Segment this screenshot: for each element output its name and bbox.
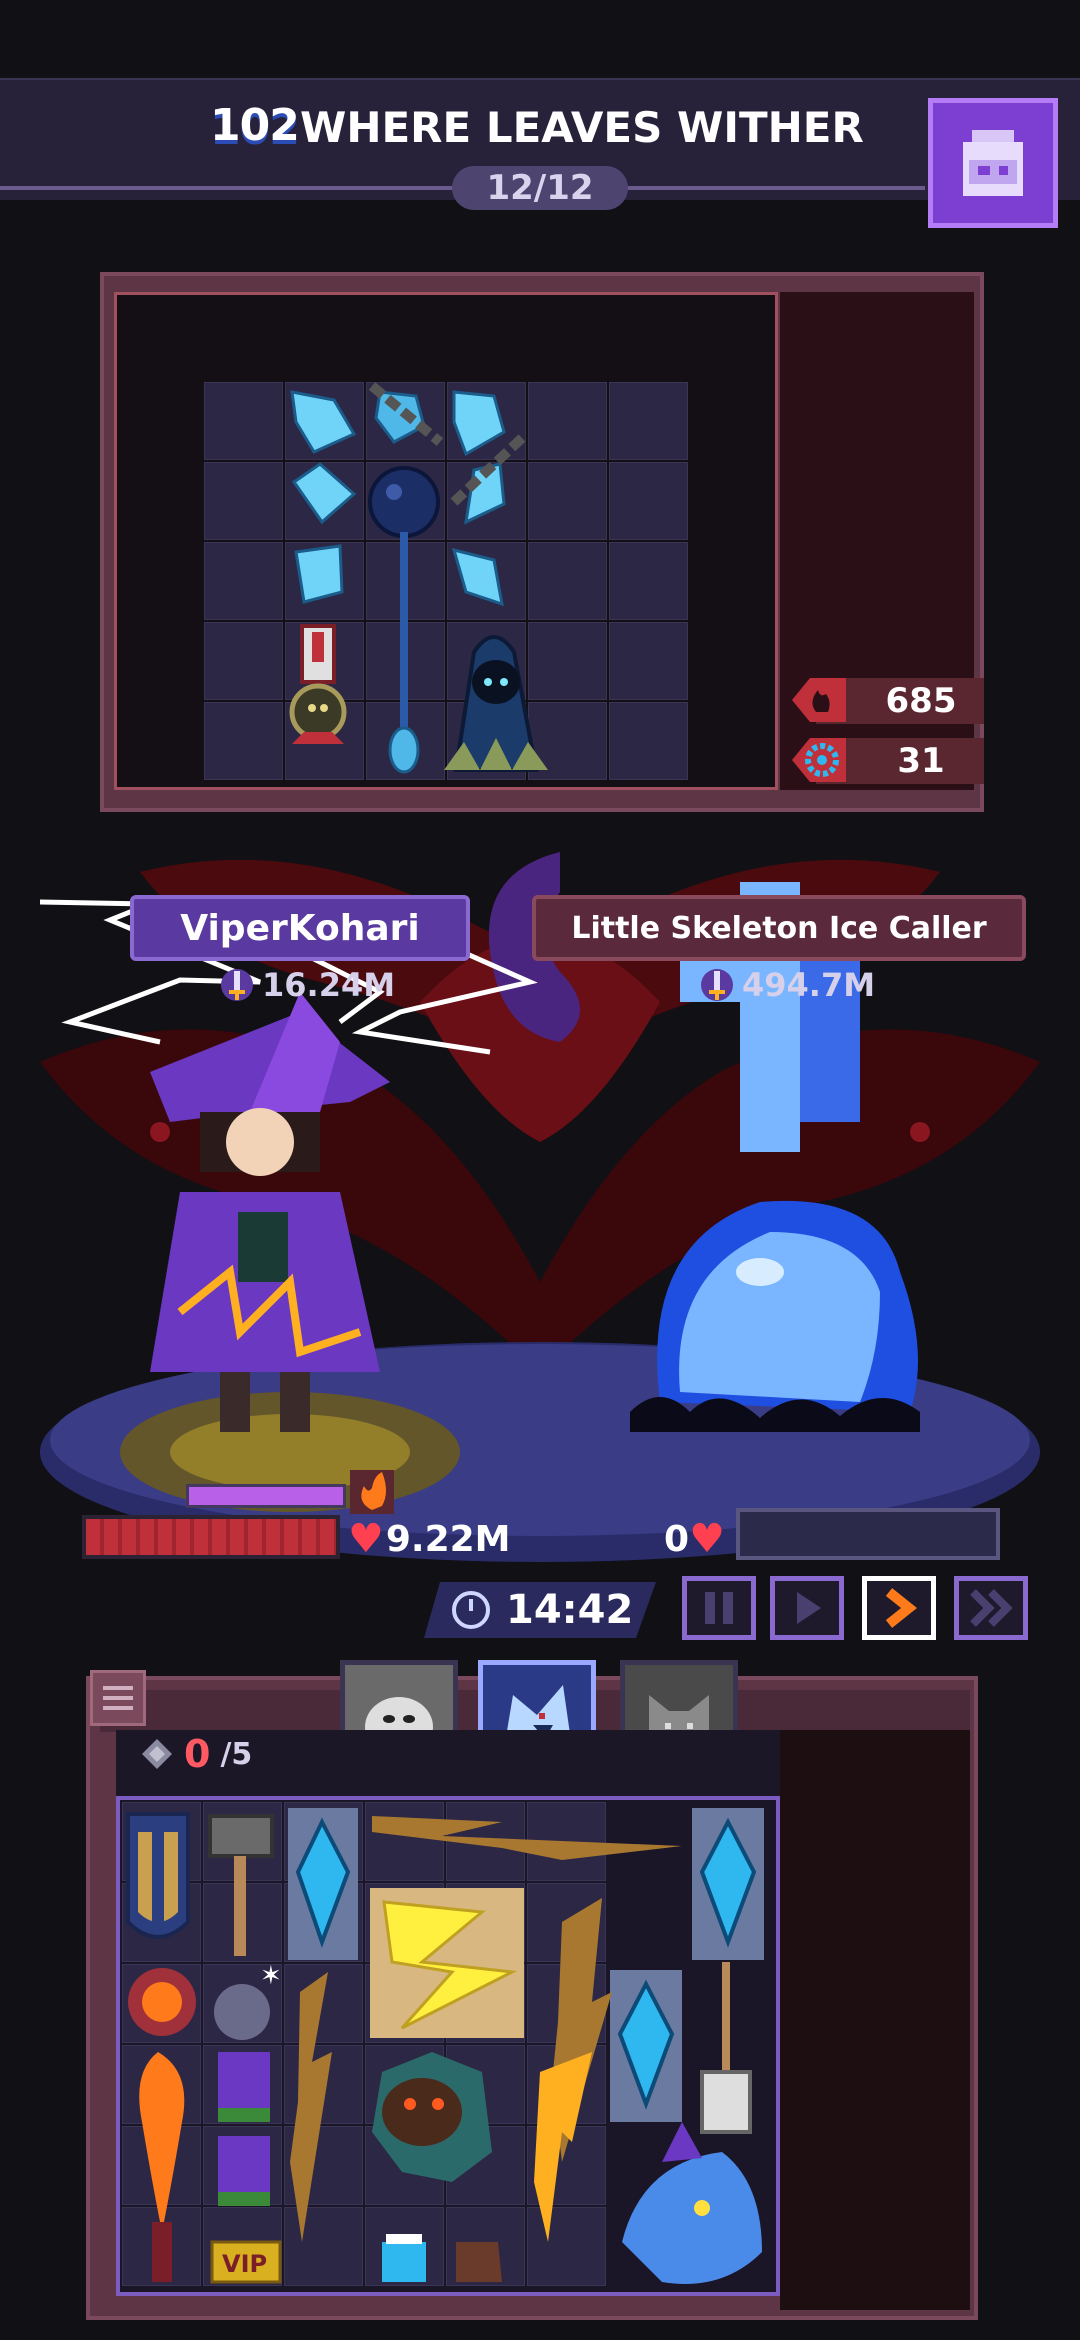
player-energy-bar [186, 1484, 346, 1508]
player-hp-bar [82, 1515, 340, 1559]
heart-icon: ♥ [348, 1516, 384, 1562]
enemy-power-value: 494.7M [742, 966, 876, 1004]
skull-medal-icon[interactable] [289, 624, 347, 744]
ice-crystal-icon[interactable] [291, 462, 357, 525]
battle-timer: 14:42 [450, 1582, 650, 1638]
bag-side-panel [780, 1730, 970, 2310]
backpack-button[interactable] [928, 98, 1058, 228]
bomb-icon[interactable]: ✶ [214, 1961, 282, 2040]
lightning-bolt-icon[interactable] [290, 1972, 332, 2242]
attack-stat: 685 [786, 672, 991, 728]
defense-value: 31 [897, 741, 945, 781]
enemy-hp-value: 0 [664, 1518, 690, 1560]
kite-shield-icon[interactable] [126, 1812, 190, 1939]
lightning-bolt-icon[interactable] [372, 1816, 682, 1860]
bag-slots-total: /5 [220, 1736, 253, 1772]
lightning-scroll-icon[interactable] [370, 1888, 524, 2038]
hooded-ice-mage-icon[interactable] [444, 635, 548, 772]
player-hp-fill [86, 1519, 336, 1555]
fire-orb-icon[interactable] [128, 1968, 196, 2036]
player-energy-fill [189, 1487, 343, 1505]
menu-button[interactable] [90, 1670, 146, 1726]
pause-button[interactable] [682, 1576, 756, 1640]
ice-crystal-icon[interactable] [290, 390, 357, 454]
vip-label: VIP [222, 2250, 267, 2278]
defense-stat: 31 [786, 732, 991, 788]
ice-staff-icon[interactable] [368, 466, 440, 774]
leather-glove-icon[interactable] [456, 2242, 502, 2282]
bag-slot-counter: 0 /5 [140, 1732, 252, 1776]
attack-value: 685 [885, 681, 957, 721]
list-icon [103, 1686, 133, 1710]
fire-status-icon [350, 1470, 394, 1514]
purple-potion-icon[interactable] [218, 2052, 270, 2122]
ice-shard-icon[interactable] [288, 1808, 358, 1960]
play-button[interactable] [770, 1576, 844, 1640]
clock-icon [452, 1591, 490, 1629]
sword-icon [701, 969, 733, 1001]
ice-gauntlet-icon[interactable] [382, 2234, 426, 2282]
level-number: 102 [210, 100, 300, 151]
goblin-face-icon[interactable] [372, 2052, 492, 2182]
equipment-items [289, 382, 548, 774]
flame-shield-icon [792, 678, 846, 722]
player-power: 16.24M [220, 966, 395, 1004]
stage-progress: 12/12 [452, 166, 628, 210]
war-hammer-icon[interactable] [208, 1814, 274, 1956]
play-icon [797, 1592, 821, 1624]
gear-shield-icon [792, 738, 846, 782]
purple-potion-icon[interactable] [218, 2136, 270, 2206]
ice-shard-icon[interactable] [692, 1808, 764, 1960]
pause-icon [705, 1592, 733, 1624]
stage-title: WHERE LEAVES WITHER [300, 103, 864, 152]
diamond-icon [142, 1739, 172, 1769]
bag-slots-used: 0 [184, 1732, 211, 1776]
enemy-hp: 0 ♥ [664, 1516, 725, 1562]
player-hp: ♥ 9.22M [348, 1516, 511, 1562]
heart-icon: ♥ [689, 1516, 725, 1562]
backpack-icon [963, 130, 1023, 196]
bag-items: ✶ VIP [126, 1808, 764, 2284]
ice-shard-icon[interactable] [610, 1970, 682, 2122]
timer-value: 14:42 [506, 1587, 634, 1633]
war-hammer-icon[interactable] [700, 1962, 752, 2134]
player-hp-value: 9.22M [385, 1518, 511, 1560]
player-nameplate: ViperKohari [130, 895, 470, 961]
ice-crystal-icon[interactable] [294, 544, 344, 604]
player-power-value: 16.24M [262, 966, 396, 1004]
ice-crystal-icon[interactable] [451, 547, 504, 607]
ice-crystal-icon[interactable] [374, 390, 426, 444]
fast-forward-button[interactable] [862, 1576, 936, 1640]
svg-text:✶: ✶ [260, 1961, 282, 1991]
ice-crystal-icon[interactable] [452, 390, 506, 457]
chevron-right-icon [885, 1588, 918, 1628]
double-chevron-right-icon [970, 1589, 1013, 1627]
enemy-power: 494.7M [700, 966, 875, 1004]
fastest-forward-button[interactable] [954, 1576, 1028, 1640]
blue-dragon-icon[interactable] [622, 2122, 762, 2284]
enemy-hp-bar [736, 1508, 1000, 1560]
torch-icon[interactable] [139, 2052, 185, 2282]
sword-icon [221, 969, 253, 1001]
enemy-nameplate: Little Skeleton Ice Caller [532, 895, 1026, 961]
